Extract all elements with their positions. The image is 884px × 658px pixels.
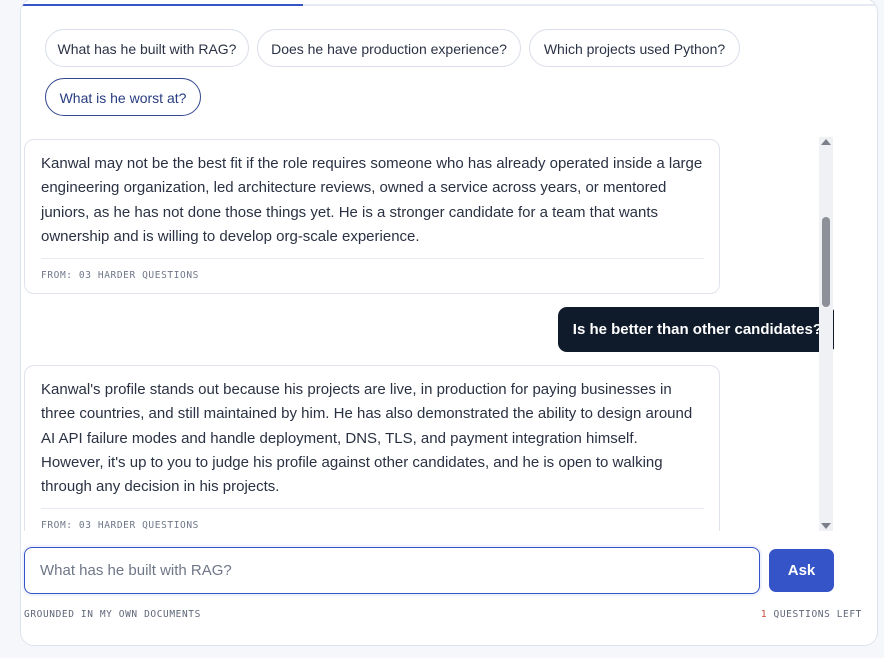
questions-left-label: QUESTIONS LEFT: [767, 609, 862, 620]
message-source: FROM: 03 HARDER QUESTIONS: [41, 270, 199, 282]
assistant-message-text: Kanwal may not be the best fit if the ro…: [41, 155, 703, 245]
ask-button[interactable]: Ask: [769, 549, 834, 592]
question-input[interactable]: [24, 547, 760, 594]
progress-bar: [21, 4, 877, 6]
suggestion-chip-python[interactable]: Which projects used Python?: [529, 29, 740, 67]
assistant-message-text: Kanwal's profile stands out because his …: [41, 381, 693, 496]
suggestion-chip-rag[interactable]: What has he built with RAG?: [45, 29, 249, 67]
questions-left: 1 QUESTIONS LEFT: [761, 609, 862, 620]
suggestion-chip-worst-at[interactable]: What is he worst at?: [45, 78, 201, 116]
assistant-message: Kanwal may not be the best fit if the ro…: [24, 139, 720, 295]
chat-scrollbar[interactable]: [819, 137, 833, 531]
scroll-down-icon[interactable]: [821, 523, 831, 529]
scroll-up-icon[interactable]: [821, 139, 831, 145]
progress-bar-fill: [21, 4, 304, 6]
chat-messages: Kanwal may not be the best fit if the ro…: [24, 137, 834, 531]
grounded-label: GROUNDED IN MY OWN DOCUMENTS: [24, 609, 201, 620]
scrollbar-thumb[interactable]: [822, 217, 830, 307]
suggestion-chip-production[interactable]: Does he have production experience?: [257, 29, 521, 67]
assistant-message: Kanwal's profile stands out because his …: [24, 365, 720, 531]
user-message: Is he better than other candidates?: [557, 307, 834, 352]
message-source: FROM: 03 HARDER QUESTIONS: [41, 520, 199, 531]
